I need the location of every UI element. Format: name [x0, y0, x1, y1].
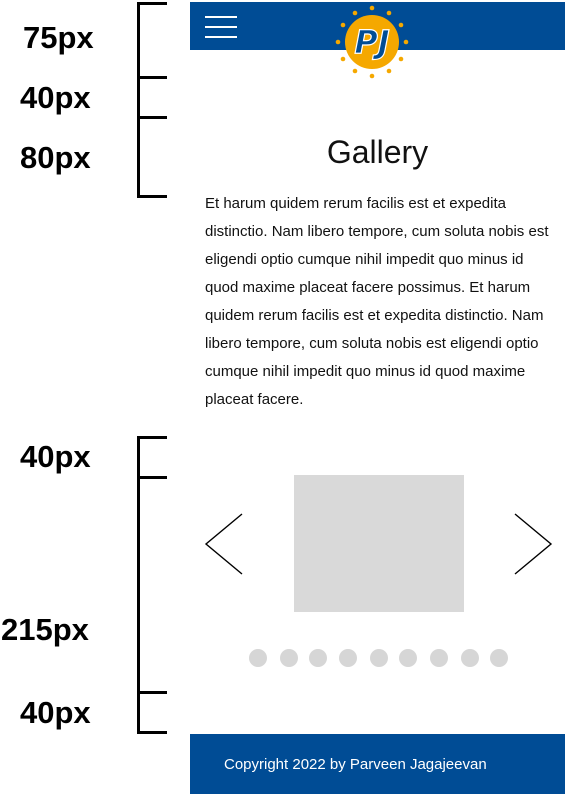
carousel-dot[interactable]: [280, 649, 298, 667]
gallery-description: Et harum quidem rerum facilis est et exp…: [205, 195, 549, 408]
bracket-tick: [137, 116, 167, 119]
bracket-tick: [137, 76, 167, 79]
gallery-image-placeholder[interactable]: [294, 475, 464, 612]
page-title: Gallery: [326, 134, 429, 170]
logo-text: PJ: [354, 23, 389, 61]
image-carousel: [190, 470, 565, 680]
spacing-label-gap-footer: 40px: [20, 695, 91, 730]
bracket-top: [137, 2, 167, 198]
chevron-right-icon[interactable]: [513, 513, 553, 575]
bracket-bottom: [137, 436, 167, 734]
carousel-dot[interactable]: [249, 649, 267, 667]
bracket-tick: [137, 691, 167, 694]
carousel-dot[interactable]: [309, 649, 327, 667]
spacing-label-carousel: 215px: [1, 612, 89, 647]
carousel-dot[interactable]: [339, 649, 357, 667]
carousel-dot[interactable]: [461, 649, 479, 667]
footer-bar: Copyright 2022 by Parveen Jagajeevan: [190, 734, 565, 794]
pj-logo-icon[interactable]: PJ: [332, 2, 412, 82]
spacing-label-gap-top: 40px: [20, 80, 91, 115]
copyright-text: Copyright 2022 by Parveen Jagajeevan: [224, 756, 487, 773]
spacing-label-header: 75px: [23, 20, 94, 55]
chevron-left-icon[interactable]: [204, 513, 244, 575]
hamburger-menu-icon[interactable]: [205, 16, 237, 38]
mobile-mockup: PJ Gallery Et harum quidem rerum facilis…: [190, 0, 565, 794]
spacing-label-title: 80px: [20, 140, 91, 175]
carousel-dot[interactable]: [490, 649, 508, 667]
bracket-tick: [137, 476, 167, 479]
spacing-annotations: 75px 40px 80px 40px 215px 40px: [0, 0, 180, 794]
spacing-label-gap-carousel: 40px: [20, 439, 91, 474]
carousel-dot[interactable]: [370, 649, 388, 667]
carousel-dot[interactable]: [399, 649, 417, 667]
carousel-dot[interactable]: [430, 649, 448, 667]
